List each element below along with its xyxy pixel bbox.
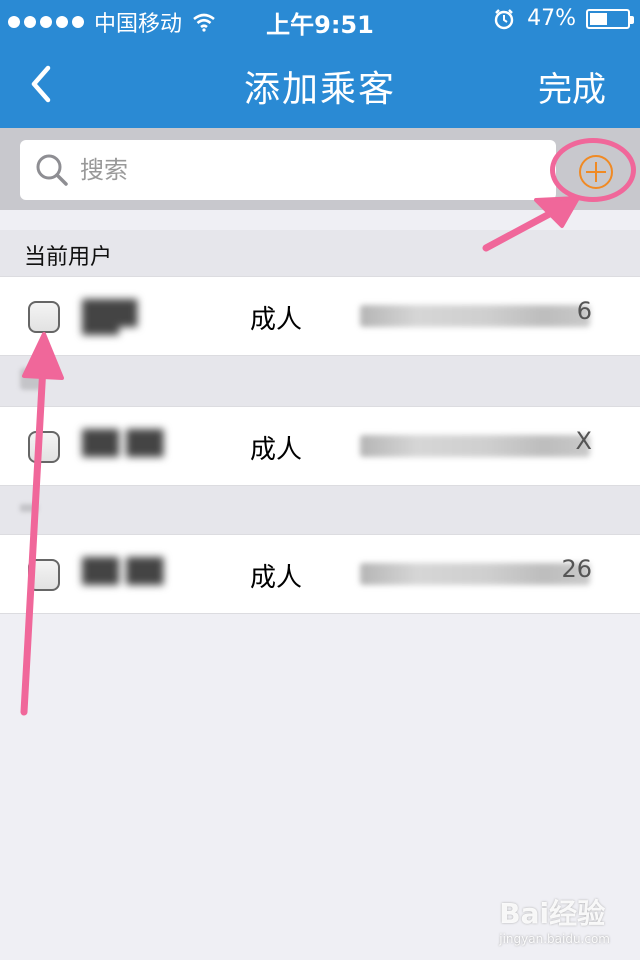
- passenger-type: 成人: [250, 305, 303, 335]
- watermark-brand: Bai经验: [499, 897, 606, 930]
- passenger-name-redacted: ███ ██: [82, 299, 138, 335]
- passenger-id-tail: 26: [561, 555, 592, 583]
- status-right: 47%: [493, 6, 634, 31]
- index-letter-redacted: [20, 368, 42, 390]
- passenger-id-tail: X: [575, 427, 592, 455]
- passenger-id-redacted: [360, 305, 590, 327]
- passenger-checkbox[interactable]: [28, 431, 60, 463]
- section-spacer: [0, 210, 640, 230]
- battery-icon: [586, 8, 634, 29]
- highlight-ring: [550, 138, 636, 202]
- nav-bar: 添加乘客 完成: [0, 40, 640, 128]
- search-bar: [0, 128, 640, 210]
- watermark-url: jingyan.baidu.com: [499, 932, 610, 946]
- alarm-icon: [494, 8, 514, 29]
- passenger-id-redacted: [360, 435, 590, 457]
- passenger-row[interactable]: ██ ██ 成人 X: [0, 406, 640, 486]
- section-header-current-user: 当前用户: [0, 230, 640, 276]
- passenger-type: 成人: [250, 563, 303, 593]
- passenger-id-redacted: [360, 563, 590, 585]
- passenger-row[interactable]: ███ ██ 成人 6: [0, 276, 640, 356]
- search-input[interactable]: [80, 150, 540, 190]
- passenger-type: 成人: [250, 435, 303, 465]
- passenger-id-tail: 6: [576, 297, 592, 325]
- passenger-row[interactable]: ██ ██ 成人 26: [0, 534, 640, 614]
- passenger-checkbox[interactable]: [28, 301, 60, 333]
- section-header-index: [0, 486, 640, 536]
- search-box[interactable]: [20, 140, 556, 200]
- passenger-name-redacted: ██ ██: [82, 429, 164, 457]
- battery-fill: [590, 12, 607, 25]
- done-button[interactable]: 完成: [538, 62, 606, 111]
- passenger-name-redacted: ██ ██: [82, 557, 164, 585]
- index-letter-redacted: [20, 504, 38, 512]
- section-title: 当前用户: [24, 245, 113, 270]
- status-bar: 中国移动 上午9:51 47%: [0, 0, 640, 40]
- battery-percent: 47%: [527, 6, 576, 31]
- baidu-jingyan-watermark: Bai经验 jingyan.baidu.com: [499, 892, 610, 946]
- search-icon: [36, 154, 68, 186]
- section-header-index: [0, 356, 640, 406]
- passenger-checkbox[interactable]: [28, 559, 60, 591]
